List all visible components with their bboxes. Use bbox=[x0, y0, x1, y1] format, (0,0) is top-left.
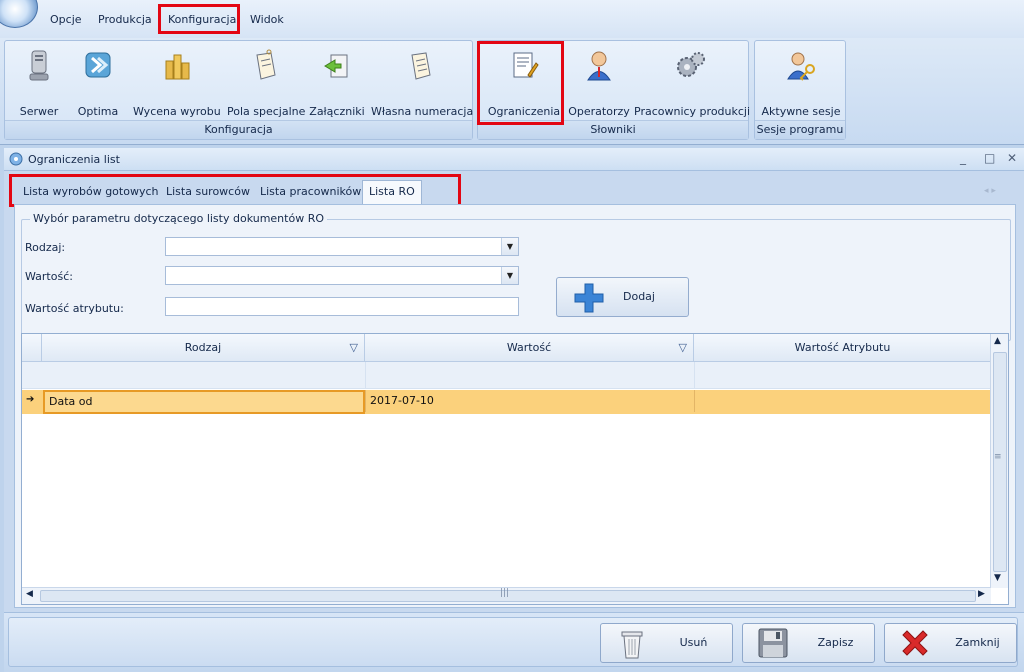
trash-icon bbox=[621, 631, 643, 659]
filter-icon[interactable]: ▽ bbox=[350, 334, 358, 362]
grip-icon: ||| bbox=[500, 588, 510, 598]
ribbon-label: Pola specjalne bbox=[227, 105, 306, 118]
ribbon-label: Załączniki bbox=[309, 105, 365, 118]
cell-wartosc[interactable]: 2017-07-10 bbox=[365, 390, 694, 412]
grid-divider bbox=[694, 362, 695, 388]
horizontal-scrollbar[interactable]: ◀ ||| ▶ bbox=[22, 587, 991, 604]
atrybut-input[interactable] bbox=[165, 297, 519, 316]
ribbon-group-label: Sesje programu bbox=[755, 120, 845, 139]
ribbon-group-label: Konfiguracja bbox=[5, 120, 472, 139]
wartosc-label: Wartość: bbox=[25, 270, 73, 283]
server-icon bbox=[29, 50, 49, 81]
gears-icon bbox=[677, 52, 705, 77]
scroll-right-icon[interactable]: ▶ bbox=[978, 589, 985, 599]
grid-divider bbox=[365, 362, 366, 388]
ribbon-button-wycena-wyrobu[interactable]: Wycena wyrobu bbox=[133, 41, 221, 121]
child-window: Ograniczenia list _ □ ✕ Lista wyrobów go… bbox=[4, 148, 1024, 671]
window-title: Ograniczenia list bbox=[28, 153, 120, 166]
cell-rodzaj[interactable]: Data od bbox=[43, 390, 365, 414]
grid-row-indicator-header bbox=[22, 334, 42, 362]
ribbon: Serwer Optima Wycena wyrobu Pola specjal… bbox=[0, 38, 1024, 145]
close-button[interactable]: Zamknij bbox=[884, 623, 1017, 663]
ribbon-label: Wycena wyrobu bbox=[133, 105, 221, 118]
maximize-button[interactable]: □ bbox=[984, 151, 995, 165]
column-header-label: Wartość Atrybutu bbox=[794, 341, 891, 354]
highlight-box-tabs bbox=[9, 174, 461, 207]
delete-button[interactable]: Usuń bbox=[600, 623, 733, 663]
red-x-icon bbox=[902, 630, 928, 656]
data-grid: Rodzaj ▽ Wartość ▽ Wartość Atrybutu ➔ Da… bbox=[21, 333, 1009, 605]
tab-panel: Wybór parametru dotyczącego listy dokume… bbox=[14, 204, 1016, 608]
chevron-down-icon[interactable]: ▼ bbox=[501, 267, 518, 284]
wartosc-combobox[interactable]: ▼ bbox=[165, 266, 519, 285]
ribbon-group-konfiguracja: Serwer Optima Wycena wyrobu Pola specjal… bbox=[4, 40, 473, 140]
attachment-icon bbox=[324, 54, 348, 78]
ribbon-button-optima[interactable]: Optima bbox=[71, 41, 125, 121]
highlight-box-menu bbox=[158, 4, 240, 34]
operator-user-icon bbox=[587, 51, 611, 81]
optima-icon bbox=[85, 52, 111, 78]
app-orb-button[interactable] bbox=[0, 0, 38, 28]
ribbon-label: Operatorzy bbox=[568, 105, 630, 118]
scroll-left-icon[interactable]: ◀ bbox=[26, 589, 33, 599]
ribbon-label: Pracownicy produkcji bbox=[634, 105, 751, 118]
rodzaj-combobox[interactable]: ▼ bbox=[165, 237, 519, 256]
ribbon-button-serwer[interactable]: Serwer bbox=[11, 41, 67, 121]
ribbon-label: Serwer bbox=[19, 105, 59, 118]
ribbon-group-sesje-programu: Aktywne sesje Sesje programu bbox=[754, 40, 846, 140]
column-header-wartosc[interactable]: Wartość ▽ bbox=[365, 334, 694, 362]
cell-wartosc-atrybutu[interactable] bbox=[694, 390, 991, 412]
add-button-label: Dodaj bbox=[623, 290, 655, 303]
window-app-icon bbox=[9, 152, 23, 166]
column-header-rodzaj[interactable]: Rodzaj ▽ bbox=[42, 334, 365, 362]
minimize-button[interactable]: _ bbox=[960, 151, 966, 165]
scroll-down-icon[interactable]: ▼ bbox=[994, 573, 1001, 583]
ribbon-button-zalaczniki[interactable]: Załączniki bbox=[309, 41, 365, 121]
plus-icon bbox=[574, 283, 604, 313]
ribbon-button-aktywne-sesje[interactable]: Aktywne sesje bbox=[759, 41, 843, 121]
save-button-label: Zapisz bbox=[817, 636, 854, 649]
menu-produkcja[interactable]: Produkcja bbox=[98, 12, 152, 28]
delete-button-label: Usuń bbox=[679, 636, 708, 649]
new-item-row[interactable] bbox=[22, 362, 991, 389]
ribbon-label: Optima bbox=[77, 105, 119, 118]
scroll-up-icon[interactable]: ▲ bbox=[994, 336, 1001, 346]
tab-scroll-arrows[interactable]: ◂ ▸ bbox=[984, 186, 996, 196]
ribbon-button-pracownicy-produkcji[interactable]: Pracownicy produkcji bbox=[634, 41, 751, 121]
menu-opcje[interactable]: Opcje bbox=[50, 12, 82, 28]
column-header-label: Rodzaj bbox=[184, 341, 222, 354]
highlight-box-ograniczenia bbox=[477, 41, 564, 125]
column-header-label: Wartość bbox=[506, 341, 552, 354]
table-row[interactable]: ➔ Data od 2017-07-10 bbox=[22, 390, 991, 414]
fieldset-legend: Wybór parametru dotyczącego listy dokume… bbox=[30, 212, 327, 225]
ribbon-button-pola-specjalne[interactable]: Pola specjalne bbox=[227, 41, 306, 121]
menubar: Opcje Produkcja Konfiguracja Widok bbox=[0, 0, 1024, 39]
close-window-button[interactable]: ✕ bbox=[1007, 151, 1017, 165]
atrybut-label: Wartość atrybutu: bbox=[25, 302, 124, 315]
tag-document-icon bbox=[256, 49, 276, 80]
user-key-icon bbox=[787, 52, 815, 81]
save-button[interactable]: Zapisz bbox=[742, 623, 875, 663]
vertical-scroll-thumb[interactable] bbox=[993, 352, 1007, 572]
row-pointer-icon: ➔ bbox=[26, 394, 35, 405]
ribbon-button-wlasna-numeracja[interactable]: Własna numeracja bbox=[371, 41, 474, 121]
coins-icon bbox=[165, 54, 190, 80]
rodzaj-label: Rodzaj: bbox=[25, 241, 66, 254]
grip-icon: ≡ bbox=[994, 452, 1002, 462]
window-titlebar: Ograniczenia list _ □ ✕ bbox=[4, 148, 1024, 171]
floppy-disk-icon bbox=[758, 628, 788, 658]
column-header-wartosc-atrybutu[interactable]: Wartość Atrybutu bbox=[694, 334, 991, 362]
close-button-label: Zamknij bbox=[955, 636, 1000, 649]
ribbon-button-operatorzy[interactable]: Operatorzy bbox=[568, 41, 630, 121]
ribbon-label: Własna numeracja bbox=[371, 105, 474, 118]
bottom-toolbar: Usuń Zapisz Zamknij bbox=[4, 612, 1024, 672]
numbering-tag-icon bbox=[411, 52, 431, 80]
chevron-down-icon[interactable]: ▼ bbox=[501, 238, 518, 255]
vertical-scrollbar[interactable]: ▲ ≡ ▼ bbox=[990, 334, 1008, 588]
ribbon-label: Aktywne sesje bbox=[761, 105, 841, 118]
add-button[interactable]: Dodaj bbox=[556, 277, 689, 317]
menu-widok[interactable]: Widok bbox=[250, 12, 284, 28]
filter-icon[interactable]: ▽ bbox=[679, 334, 687, 362]
